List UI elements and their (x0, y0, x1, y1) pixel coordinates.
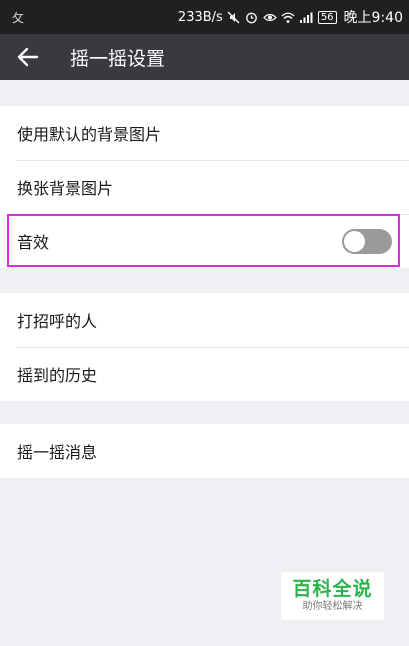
greeting-people-item[interactable]: 打招呼的人 (0, 293, 409, 347)
default-background-item[interactable]: 使用默认的背景图片 (0, 106, 409, 160)
watermark-title: 百科全说 (292, 578, 373, 600)
alarm-icon (245, 10, 259, 24)
settings-group-messages: 摇一摇消息 (0, 424, 409, 478)
row-label: 打招呼的人 (17, 312, 98, 331)
status-bar: 攵 233B/s 56 晚上9:40 (0, 0, 409, 34)
row-label: 摇到的历史 (17, 366, 98, 385)
status-right: 233B/s 56 晚上9:40 (178, 7, 403, 27)
shake-messages-item[interactable]: 摇一摇消息 (0, 424, 409, 478)
watermark-logo: 百科全说 助你轻松解决 (281, 572, 384, 620)
mute-icon (227, 10, 241, 24)
battery-icon: 56 (317, 10, 337, 24)
eye-icon (262, 10, 277, 24)
row-label: 摇一摇消息 (17, 443, 98, 462)
toggle-knob (344, 231, 365, 252)
page-title: 摇一摇设置 (70, 47, 166, 70)
sound-effect-item[interactable]: 音效 (0, 214, 409, 268)
row-label: 换张背景图片 (17, 179, 114, 198)
settings-group-history: 打招呼的人 摇到的历史 (0, 293, 409, 401)
watermark-subtitle: 助你轻松解决 (302, 601, 363, 612)
signal-icon (299, 10, 313, 24)
arrow-left-icon (17, 47, 39, 67)
notification-icon: 攵 (12, 10, 25, 25)
change-background-item[interactable]: 换张背景图片 (0, 160, 409, 214)
toolbar: 摇一摇设置 (0, 34, 409, 80)
row-label: 使用默认的背景图片 (17, 125, 162, 144)
row-label: 音效 (17, 233, 50, 252)
back-button[interactable] (0, 34, 56, 80)
sound-effect-toggle[interactable] (342, 229, 392, 254)
wifi-icon (281, 10, 295, 24)
status-time: 晚上9:40 (343, 10, 403, 26)
shake-history-item[interactable]: 摇到的历史 (0, 347, 409, 401)
settings-group-background: 使用默认的背景图片 换张背景图片 音效 (0, 106, 409, 268)
network-speed: 233B/s (177, 9, 223, 25)
